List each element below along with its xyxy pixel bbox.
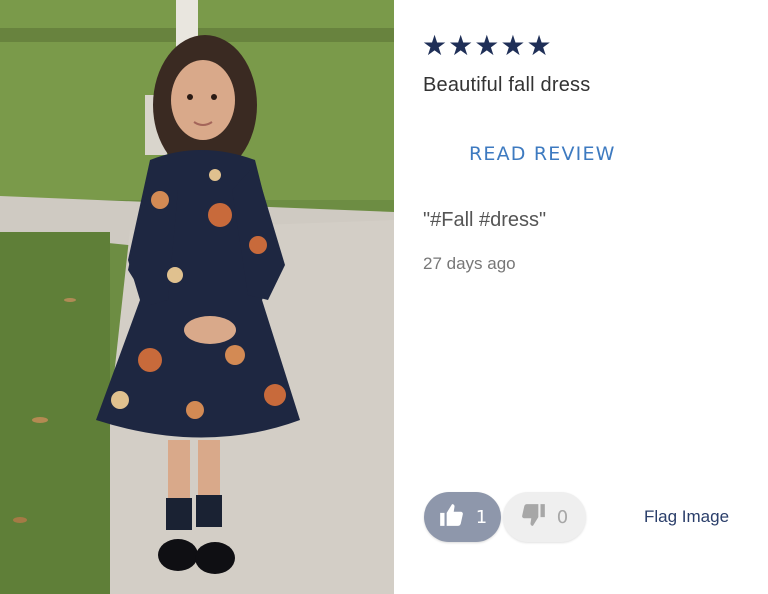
unhelpful-count: 0 <box>556 506 569 528</box>
review-photo-image <box>0 0 394 594</box>
review-photo[interactable] <box>0 0 394 594</box>
flag-image-link[interactable]: Flag Image <box>644 507 729 527</box>
thumbs-down-icon <box>521 502 547 533</box>
star-icon: ★ <box>526 30 552 61</box>
review-title: Beautiful fall dress <box>423 74 591 96</box>
review-panel: ★ ★ ★ ★ ★ Beautiful fall dress READ REVI… <box>394 0 768 594</box>
helpful-count: 1 <box>475 506 488 528</box>
star-icon: ★ <box>422 30 448 61</box>
star-rating: ★ ★ ★ ★ ★ <box>422 32 552 60</box>
helpful-vote-button[interactable]: 1 <box>424 492 501 542</box>
review-quote: "#Fall #dress" <box>423 209 547 231</box>
review-age: 27 days ago <box>423 254 516 273</box>
star-icon: ★ <box>448 30 474 61</box>
thumbs-up-icon <box>438 502 464 533</box>
star-icon: ★ <box>500 30 526 61</box>
unhelpful-vote-button[interactable]: 0 <box>503 492 586 542</box>
read-review-link[interactable]: READ REVIEW <box>469 143 616 165</box>
star-icon: ★ <box>474 30 500 61</box>
